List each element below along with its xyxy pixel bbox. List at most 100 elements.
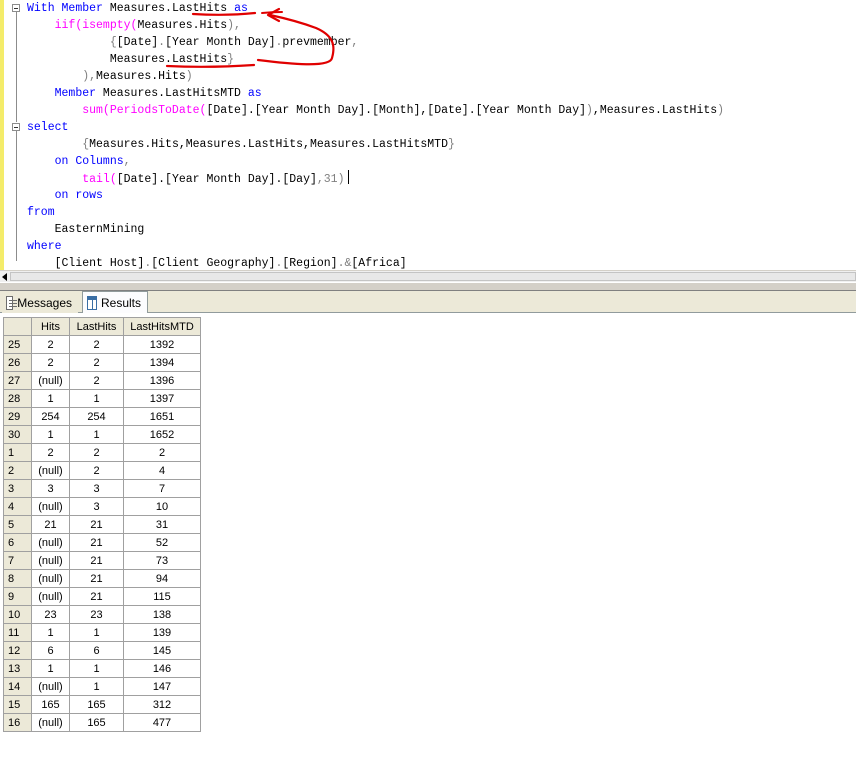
cell-lasthitsmtd[interactable]: 1394 [123,353,201,372]
cell-lasthits[interactable]: 6 [69,641,124,660]
cell-lasthitsmtd[interactable]: 115 [123,587,201,606]
grid-corner-cell[interactable] [3,317,32,336]
cell-lasthitsmtd[interactable]: 147 [123,677,201,696]
cell-lasthits[interactable]: 1 [69,623,124,642]
cell-lasthits[interactable]: 1 [69,389,124,408]
cell-hits[interactable]: (null) [31,371,70,390]
code-line[interactable]: Member Measures.LastHitsMTD as [27,85,724,102]
table-row[interactable]: 11 1 1 139 [3,623,201,642]
table-row[interactable]: 27 (null) 2 1396 [3,371,201,390]
table-row[interactable]: 9 (null) 21 115 [3,587,201,606]
row-header[interactable]: 3 [3,479,32,498]
cell-hits[interactable]: 1 [31,659,70,678]
column-header-lasthitsmtd[interactable]: LastHitsMTD [123,317,201,336]
row-header[interactable]: 9 [3,587,32,606]
editor-horizontal-scrollbar[interactable] [0,270,856,282]
query-editor[interactable]: With Member Measures.LastHits as iif(ise… [0,0,856,270]
cell-lasthitsmtd[interactable]: 94 [123,569,201,588]
cell-hits[interactable]: 1 [31,389,70,408]
row-header[interactable]: 6 [3,533,32,552]
code-line[interactable]: ),Measures.Hits) [27,68,724,85]
table-row[interactable]: 5 21 21 31 [3,515,201,534]
tab-results[interactable]: Results [82,291,148,313]
cell-hits[interactable]: (null) [31,587,70,606]
cell-hits[interactable]: (null) [31,569,70,588]
row-header[interactable]: 15 [3,695,32,714]
row-header[interactable]: 14 [3,677,32,696]
code-line[interactable]: on rows [27,187,724,204]
row-header[interactable]: 10 [3,605,32,624]
table-row[interactable]: 7 (null) 21 73 [3,551,201,570]
column-header-lasthits[interactable]: LastHits [69,317,124,336]
cell-lasthits[interactable]: 3 [69,497,124,516]
cell-hits[interactable]: 23 [31,605,70,624]
code-line[interactable]: Measures.LastHits} [27,51,724,68]
code-line[interactable]: where [27,238,724,255]
cell-lasthits[interactable]: 3 [69,479,124,498]
row-header[interactable]: 4 [3,497,32,516]
table-row[interactable]: 26 2 2 1394 [3,353,201,372]
code-line[interactable]: With Member Measures.LastHits as [27,0,724,17]
table-row[interactable]: 15 165 165 312 [3,695,201,714]
cell-lasthits[interactable]: 2 [69,335,124,354]
cell-lasthitsmtd[interactable]: 73 [123,551,201,570]
cell-hits[interactable]: 2 [31,443,70,462]
code-line[interactable]: on Columns, [27,153,724,170]
cell-lasthitsmtd[interactable]: 1396 [123,371,201,390]
cell-lasthits[interactable]: 2 [69,353,124,372]
row-header[interactable]: 27 [3,371,32,390]
row-header[interactable]: 12 [3,641,32,660]
cell-hits[interactable]: (null) [31,713,70,732]
scrollbar-thumb[interactable] [10,272,856,281]
row-header[interactable]: 26 [3,353,32,372]
cell-hits[interactable]: 254 [31,407,70,426]
cell-lasthits[interactable]: 1 [69,659,124,678]
code-line[interactable]: {[Date].[Year Month Day].prevmember, [27,34,724,51]
code-line[interactable]: {Measures.Hits,Measures.LastHits,Measure… [27,136,724,153]
cell-hits[interactable]: (null) [31,461,70,480]
cell-hits[interactable]: 1 [31,623,70,642]
cell-lasthits[interactable]: 21 [69,569,124,588]
column-header-hits[interactable]: Hits [31,317,70,336]
code-line[interactable]: select [27,119,724,136]
cell-lasthitsmtd[interactable]: 138 [123,605,201,624]
cell-hits[interactable]: 2 [31,353,70,372]
cell-lasthitsmtd[interactable]: 146 [123,659,201,678]
code-line[interactable]: from [27,204,724,221]
cell-lasthits[interactable]: 1 [69,425,124,444]
cell-lasthits[interactable]: 21 [69,551,124,570]
table-row[interactable]: 8 (null) 21 94 [3,569,201,588]
cell-lasthitsmtd[interactable]: 7 [123,479,201,498]
cell-lasthits[interactable]: 21 [69,533,124,552]
table-row[interactable]: 12 6 6 145 [3,641,201,660]
row-header[interactable]: 16 [3,713,32,732]
cell-lasthitsmtd[interactable]: 10 [123,497,201,516]
cell-lasthits[interactable]: 2 [69,443,124,462]
cell-lasthitsmtd[interactable]: 145 [123,641,201,660]
cell-lasthits[interactable]: 2 [69,461,124,480]
tab-messages[interactable]: Messages [2,293,78,313]
cell-lasthitsmtd[interactable]: 1652 [123,425,201,444]
cell-hits[interactable]: 6 [31,641,70,660]
cell-lasthitsmtd[interactable]: 139 [123,623,201,642]
cell-lasthitsmtd[interactable]: 312 [123,695,201,714]
cell-lasthits[interactable]: 165 [69,695,124,714]
cell-lasthitsmtd[interactable]: 2 [123,443,201,462]
results-grid[interactable]: Hits LastHits LastHitsMTD 25 2 2 1392 26 2 2 13… [3,317,201,732]
cell-lasthitsmtd[interactable]: 1392 [123,335,201,354]
cell-lasthits[interactable]: 21 [69,587,124,606]
table-row[interactable]: 10 23 23 138 [3,605,201,624]
row-header[interactable]: 7 [3,551,32,570]
cell-lasthits[interactable]: 21 [69,515,124,534]
table-row[interactable]: 28 1 1 1397 [3,389,201,408]
cell-hits[interactable]: 2 [31,335,70,354]
cell-hits[interactable]: (null) [31,551,70,570]
row-header[interactable]: 13 [3,659,32,678]
cell-hits[interactable]: (null) [31,533,70,552]
code-line[interactable]: EasternMining [27,221,724,238]
table-row[interactable]: 13 1 1 146 [3,659,201,678]
table-row[interactable]: 3337 [3,479,201,498]
row-header[interactable]: 29 [3,407,32,426]
row-header[interactable]: 30 [3,425,32,444]
row-header[interactable]: 8 [3,569,32,588]
